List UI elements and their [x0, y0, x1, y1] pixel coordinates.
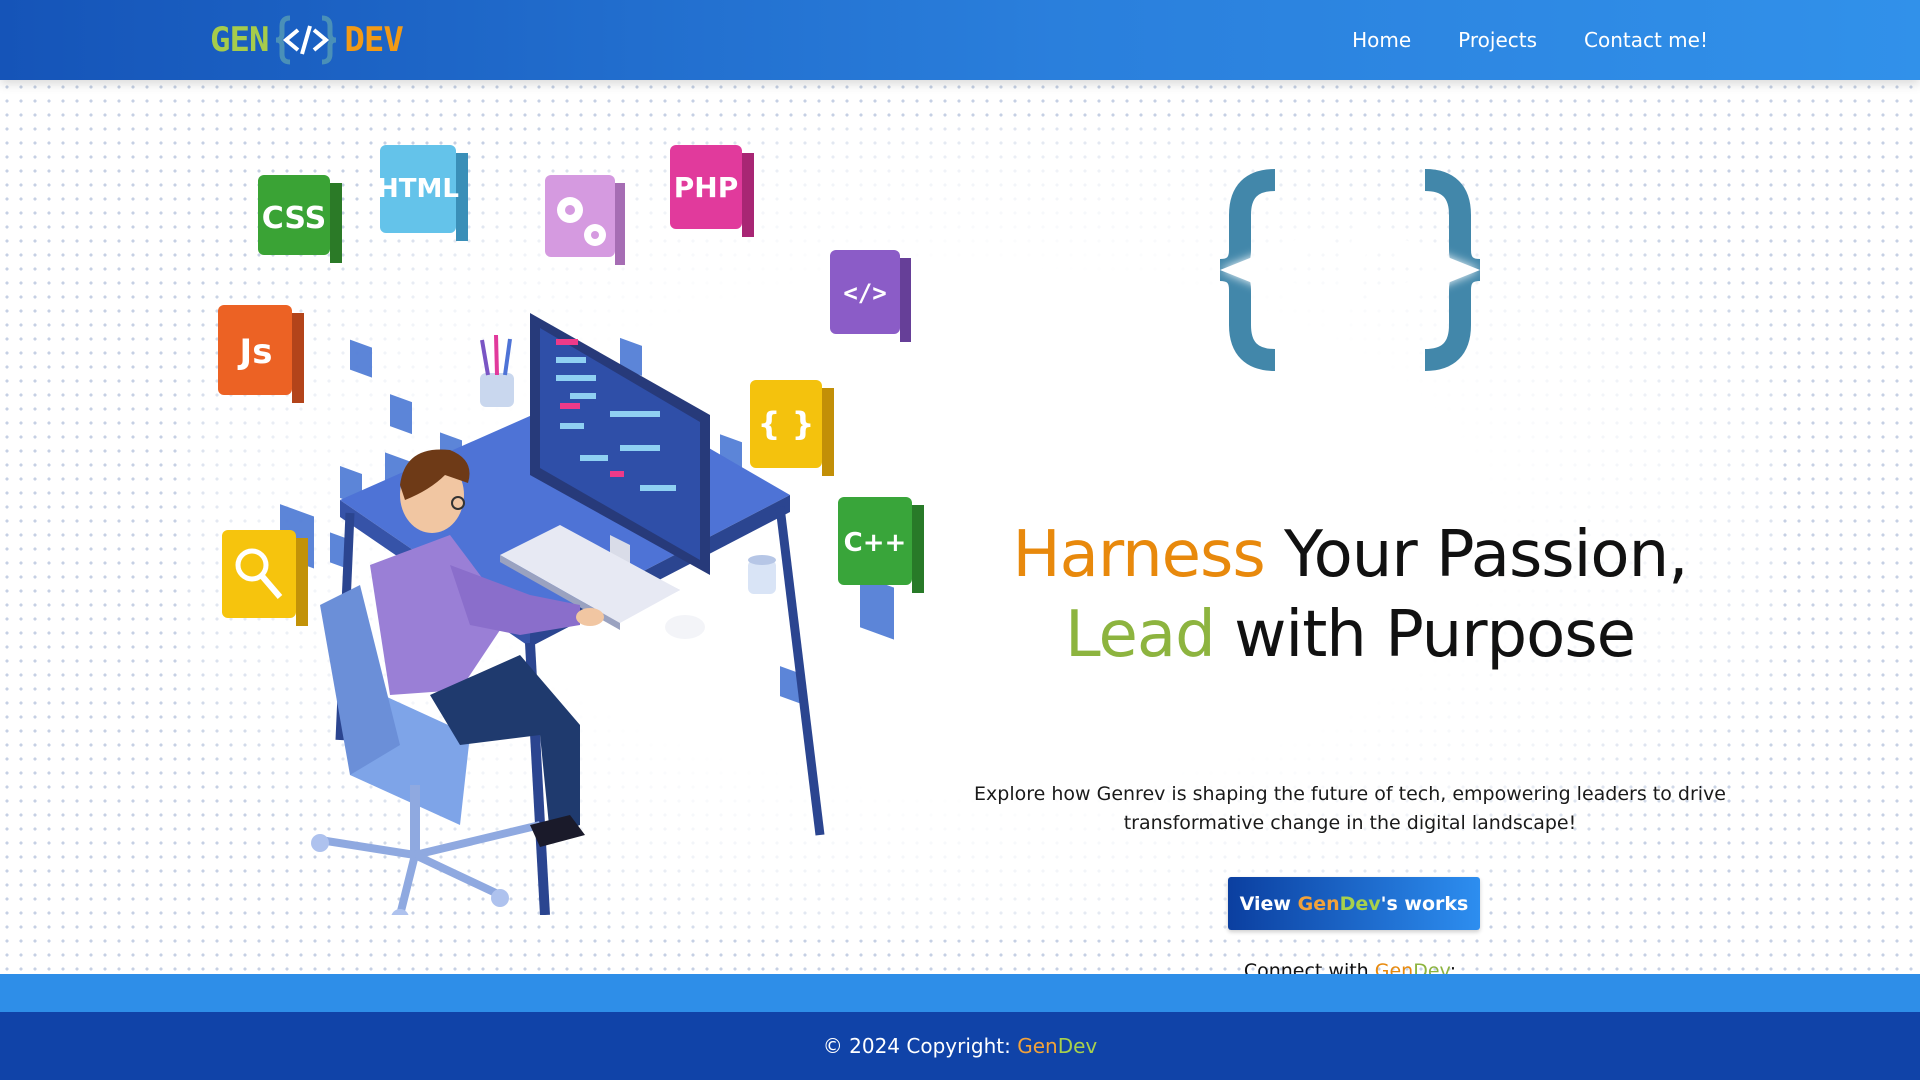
cta-prefix: View	[1239, 892, 1291, 915]
braces-cube-label: { }	[758, 405, 815, 443]
footer-dev: Dev	[1057, 1034, 1098, 1058]
nav-projects-link[interactable]: Projects	[1458, 28, 1537, 52]
cpp-cube-label: C++	[844, 528, 907, 558]
php-cube-label: PHP	[674, 171, 738, 204]
html-cube-icon: HTML	[377, 145, 468, 241]
hero-subtext: Explore how Genrev is shaping the future…	[974, 783, 1726, 834]
css-cube-label: CSS	[262, 201, 326, 236]
footer-copyright: © 2024 Copyright:	[822, 1034, 1011, 1058]
css-cube-icon: CSS	[258, 175, 342, 263]
hero-content: Harness Your Passion, Lead with Purpose …	[960, 160, 1740, 974]
html-cube-label: HTML	[377, 174, 459, 204]
cta-gen: Gen	[1297, 892, 1340, 915]
search-cube-icon	[222, 530, 308, 626]
connect-suffix: :	[1449, 960, 1457, 974]
nav-home-link[interactable]: Home	[1352, 28, 1411, 52]
cta-suffix: 's works	[1380, 892, 1469, 915]
code-bracket-icon	[276, 15, 337, 65]
php-cube-icon: PHP	[670, 145, 754, 237]
connect-gen: Gen	[1374, 960, 1414, 974]
code-cube-label: </>	[843, 279, 886, 307]
navbar: GEN DEV Home Projects Contact me!	[0, 0, 1920, 80]
hero-headline: Harness Your Passion, Lead with Purpose	[960, 515, 1740, 675]
hero-section: CSS HTML PHP Js </> {} C++ Harness Your…	[0, 80, 1920, 974]
brand-dev-text: DEV	[344, 20, 403, 60]
code-bracket-icon	[1219, 169, 1481, 371]
headline-accent-harness: Harness	[1012, 518, 1266, 592]
developer-illustration: CSS HTML PHP Js </> {} C++	[218, 145, 924, 915]
gears-cube-icon	[545, 175, 625, 265]
connect-label: Connect with GenDev:	[960, 960, 1740, 974]
footer-gen: Gen	[1017, 1034, 1058, 1058]
nav-contact-link[interactable]: Contact me!	[1584, 28, 1708, 52]
footer-band	[0, 974, 1920, 1012]
cpp-cube-icon: C++	[838, 497, 924, 593]
braces-cube-icon: { }	[750, 380, 834, 476]
brand-logo[interactable]: GEN DEV	[210, 12, 404, 68]
connect-prefix: Connect with	[1243, 960, 1375, 974]
js-cube-label: Js	[238, 332, 273, 372]
brand-gen-text: GEN	[210, 20, 269, 60]
code-cube-icon: </>	[830, 250, 911, 342]
nav-links: Home Projects Contact me!	[1352, 0, 1708, 80]
js-cube-icon: Js	[218, 305, 304, 403]
headline-accent-lead: Lead	[1064, 598, 1216, 672]
view-works-button[interactable]: View Gen Dev's works	[1228, 877, 1480, 930]
connect-dev: Dev	[1413, 960, 1450, 974]
headline-line1-rest: Your Passion,	[1264, 518, 1688, 592]
footer: © 2024 Copyright: Gen Dev	[0, 1012, 1920, 1080]
cta-dev: Dev	[1339, 892, 1381, 915]
headline-line2-rest: with Purpose	[1214, 598, 1636, 672]
